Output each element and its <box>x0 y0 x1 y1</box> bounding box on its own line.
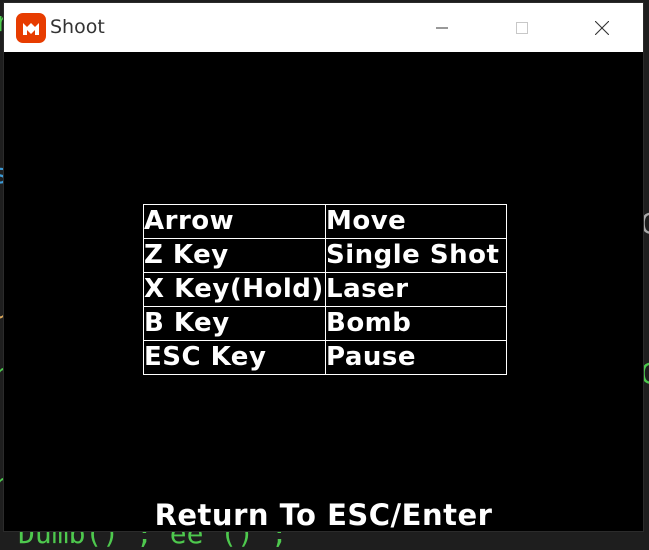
monogame-logo-icon <box>16 13 46 43</box>
table-row: Arrow Move <box>143 204 507 239</box>
minimize-icon <box>436 27 448 28</box>
return-instruction-text: Return To ESC/Enter <box>154 498 493 532</box>
table-row: B Key Bomb <box>143 306 507 341</box>
key-cell: ESC Key <box>143 340 326 375</box>
maximize-icon <box>516 21 528 34</box>
action-cell: Bomb <box>325 306 507 341</box>
controls-table: Arrow Move Z Key Single Shot X Key(Hold)… <box>143 204 507 375</box>
close-button[interactable] <box>562 3 642 52</box>
action-cell: Single Shot <box>325 238 507 273</box>
table-row: ESC Key Pause <box>143 340 507 375</box>
key-cell: Z Key <box>143 238 326 273</box>
title-bar[interactable]: Shoot <box>4 3 643 52</box>
minimize-button[interactable] <box>402 3 482 52</box>
key-cell: Arrow <box>143 204 326 239</box>
action-cell: Move <box>325 204 507 239</box>
table-row: Z Key Single Shot <box>143 238 507 273</box>
action-cell: Pause <box>325 340 507 375</box>
close-icon <box>595 20 609 35</box>
game-window: Shoot Arrow Move Z Key Single Shot X Key… <box>3 2 644 532</box>
table-row: X Key(Hold) Laser <box>143 272 507 307</box>
key-cell: X Key(Hold) <box>143 272 326 307</box>
key-cell: B Key <box>143 306 326 341</box>
window-title: Shoot <box>50 16 105 38</box>
action-cell: Laser <box>325 272 507 307</box>
maximize-button[interactable] <box>482 3 562 52</box>
